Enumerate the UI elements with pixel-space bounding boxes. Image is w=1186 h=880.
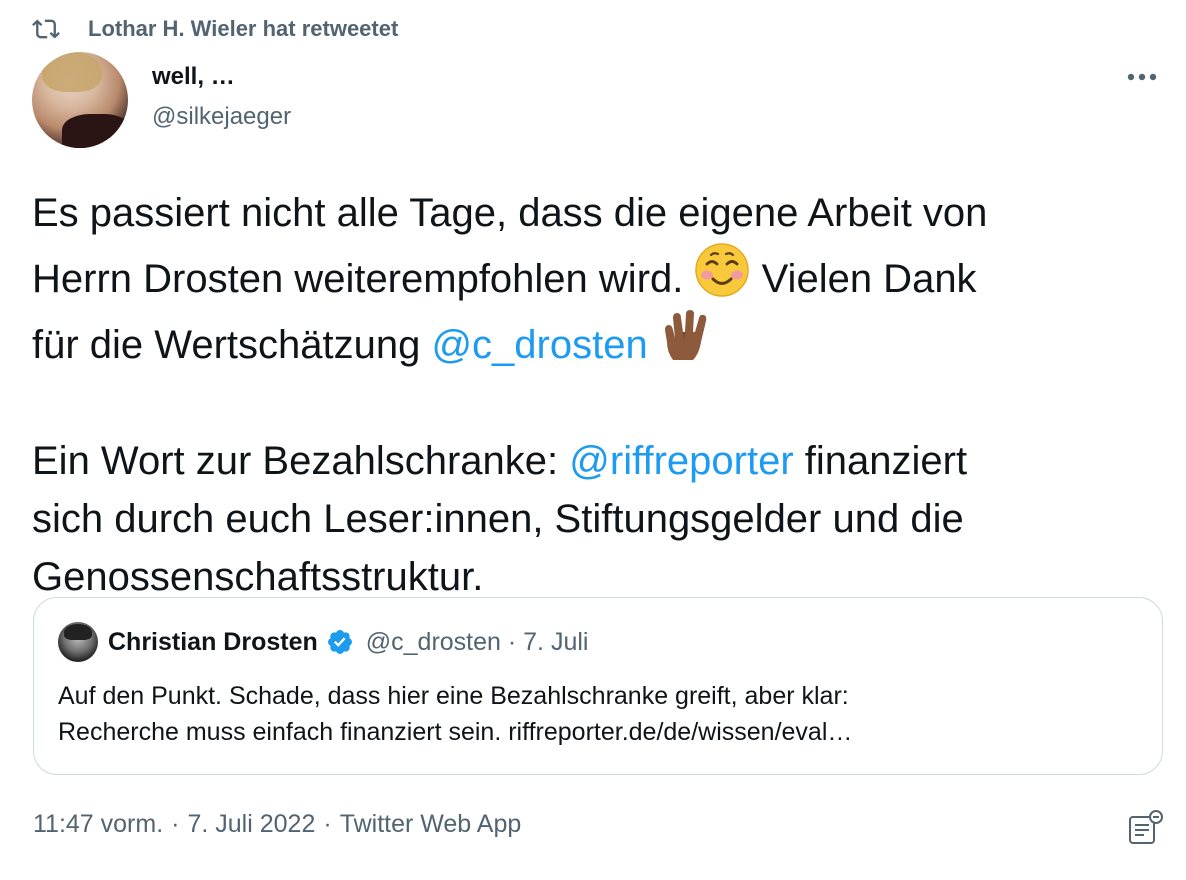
tweet-meta: 11:47 vorm. · 7. Juli 2022 · Twitter Web… xyxy=(33,810,521,839)
tweet-line: Vielen Dank xyxy=(750,257,977,301)
tweet-line: für die Wertschätzung xyxy=(32,323,432,367)
quote-text: Auf den Punkt. Schade, dass hier eine Be… xyxy=(58,678,1138,750)
more-button[interactable] xyxy=(1122,62,1162,92)
quote-line: Auf den Punkt. Schade, dass hier eine Be… xyxy=(58,682,849,710)
quote-author-name: Christian Drosten xyxy=(108,627,318,656)
author-handle[interactable]: @silkejaeger xyxy=(152,100,291,134)
quote-line: Recherche muss einfach finanziert sein. … xyxy=(58,718,853,746)
tweet-line: Es passiert nicht alle Tage, dass die ei… xyxy=(32,191,988,235)
separator-dot: · xyxy=(171,810,180,838)
vulcan-salute-icon xyxy=(664,310,707,360)
tweet-date[interactable]: 7. Juli 2022 xyxy=(187,810,315,839)
tweet-line: Genossenschaftsstruktur. xyxy=(32,555,484,599)
analytics-icon[interactable] xyxy=(1125,808,1165,848)
tweet-line: Ein Wort zur Bezahlschranke: xyxy=(32,439,570,483)
tweet-line: Herrn Drosten weiterempfohlen wird. xyxy=(32,257,695,301)
quote-header: Christian Drosten @c_drosten · 7. Juli xyxy=(58,622,588,662)
retweet-context[interactable]: Lothar H. Wieler hat retweetet xyxy=(32,14,398,44)
quote-handle-date: @c_drosten · 7. Juli xyxy=(365,627,589,656)
mention-link[interactable]: @c_drosten xyxy=(431,323,647,367)
mention-link[interactable]: @riffreporter xyxy=(569,439,793,483)
verified-badge-icon xyxy=(327,630,352,654)
avatar[interactable] xyxy=(32,52,128,148)
retweet-icon xyxy=(32,19,60,39)
smiling-face-icon xyxy=(695,243,750,297)
tweet-time[interactable]: 11:47 vorm. xyxy=(33,810,163,839)
quote-avatar xyxy=(58,622,98,662)
author-info[interactable]: well, … @silkejaeger xyxy=(152,62,291,134)
more-icon xyxy=(1127,73,1157,81)
tweet-source[interactable]: Twitter Web App xyxy=(340,810,522,839)
tweet-header: well, … @silkejaeger xyxy=(32,52,1162,148)
tweet-text: Es passiert nicht alle Tage, dass die ei… xyxy=(32,184,1152,606)
retweet-label: Lothar H. Wieler hat retweetet xyxy=(88,16,399,41)
tweet-line: sich durch euch Leser:innen, Stiftungsge… xyxy=(32,497,964,541)
author-display-name[interactable]: well, … xyxy=(152,62,291,92)
quoted-tweet-card[interactable]: Christian Drosten @c_drosten · 7. Juli A… xyxy=(33,597,1163,775)
separator-dot: · xyxy=(323,810,332,838)
tweet-line: finanziert xyxy=(793,439,968,483)
